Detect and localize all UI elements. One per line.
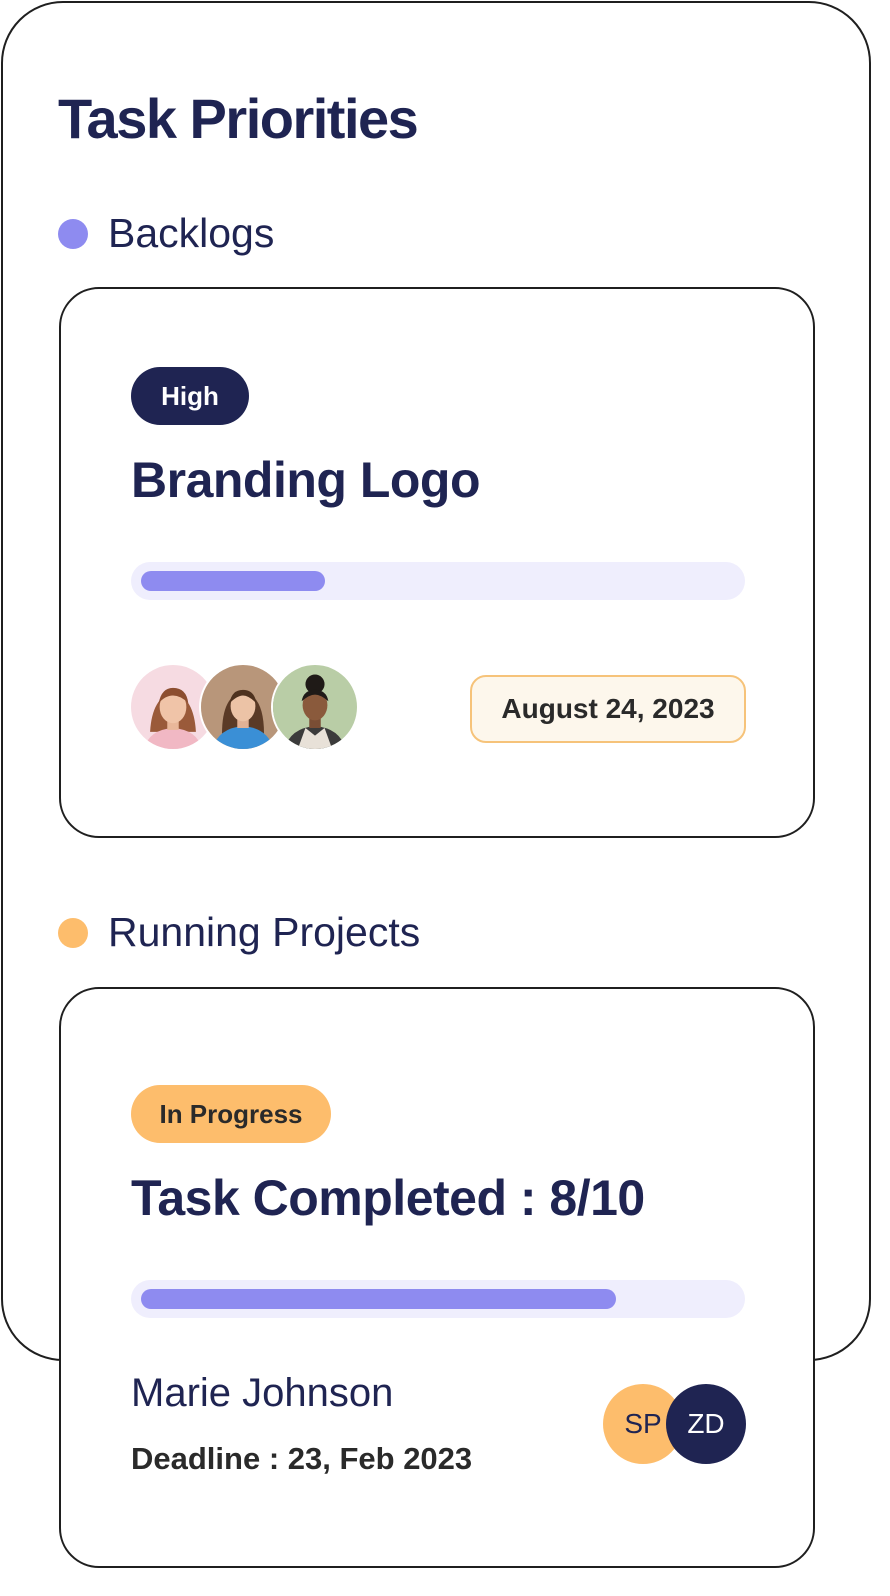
status-badge: In Progress [131, 1085, 331, 1143]
deadline-text: Deadline : 23, Feb 2023 [131, 1441, 473, 1476]
assignee-name: Marie Johnson [131, 1371, 394, 1415]
section-backlogs: Backlogs [58, 210, 274, 257]
initials-avatar[interactable]: ZD [666, 1384, 746, 1464]
project-progress-fill [141, 1289, 616, 1309]
task-completed-title: Task Completed : 8/10 [131, 1170, 645, 1226]
task-card-running-project[interactable]: In Progress Task Completed : 8/10 Marie … [59, 987, 815, 1568]
section-backlogs-label: Backlogs [108, 210, 275, 256]
section-running-projects-label: Running Projects [108, 909, 421, 955]
backlogs-dot-icon [58, 218, 88, 249]
assignee-avatars [129, 663, 369, 753]
task-progress-fill [141, 571, 325, 591]
priority-badge: High [131, 367, 249, 425]
running-projects-dot-icon [58, 917, 88, 948]
page-title: Task Priorities [58, 87, 419, 150]
due-date-chip: August 24, 2023 [470, 675, 746, 743]
section-running-projects: Running Projects [58, 909, 420, 956]
task-progress-bar [131, 562, 745, 600]
task-card-branding-logo[interactable]: High Branding Logo August 24, 2023 [59, 287, 815, 838]
assignee-avatar[interactable] [271, 663, 359, 751]
project-progress-bar [131, 1280, 745, 1318]
task-title: Branding Logo [131, 452, 481, 508]
